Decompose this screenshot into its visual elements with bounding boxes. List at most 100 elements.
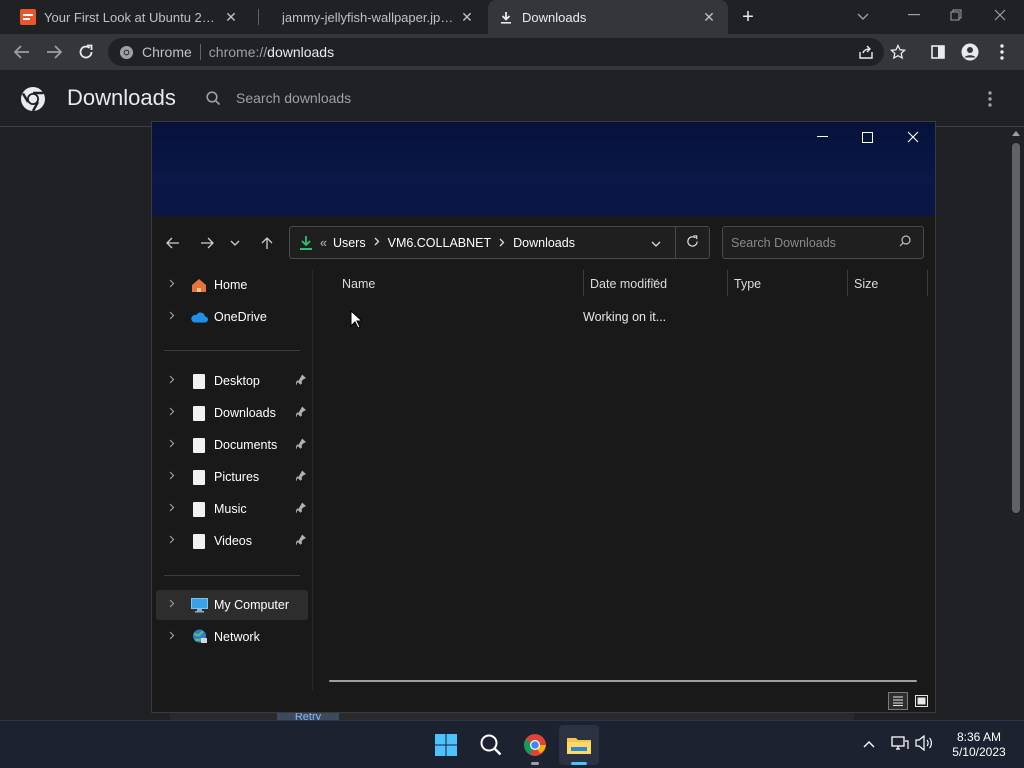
clock[interactable]: 8:36 AM 5/10/2023 — [944, 730, 1014, 760]
column-header-type[interactable]: Type — [734, 272, 846, 296]
explorer-forward-icon[interactable] — [192, 228, 222, 258]
up-folder-icon[interactable] — [252, 228, 282, 258]
nav-item-desktop[interactable]: Desktop — [156, 366, 308, 396]
expand-chevron-icon[interactable] — [162, 279, 182, 291]
recent-locations-chevron-icon[interactable] — [224, 228, 246, 258]
tab-ubuntu-article[interactable]: Your First Look at Ubuntu 22.04's ✕ — [10, 0, 250, 34]
breadcrumb-users[interactable]: Users — [333, 236, 366, 250]
address-overflow[interactable]: « — [320, 236, 327, 250]
tab-wallpaper[interactable]: jammy-jellyfish-wallpaper.jpg (19 ✕ — [262, 0, 486, 34]
more-actions-icon[interactable] — [982, 88, 998, 110]
loading-status: Working on it... — [583, 310, 667, 324]
profile-avatar-icon[interactable] — [954, 34, 986, 70]
expand-chevron-icon[interactable] — [162, 471, 182, 483]
url-path: downloads — [267, 44, 335, 60]
column-header-date-modified[interactable]: Date modified — [590, 272, 726, 296]
nav-item-music[interactable]: Music — [156, 494, 308, 524]
folder-icon — [190, 404, 208, 422]
close-window-icon[interactable] — [980, 0, 1020, 30]
column-separator[interactable] — [847, 270, 848, 296]
tab-close-icon[interactable]: ✕ — [700, 8, 718, 26]
nav-divider — [164, 350, 300, 351]
address-bar[interactable]: « Users VM6.COLLABNET Downloads — [289, 226, 710, 259]
file-explorer-window: « Users VM6.COLLABNET Downloads Search D… — [151, 121, 936, 713]
back-icon[interactable] — [6, 34, 38, 70]
expand-chevron-icon[interactable] — [162, 375, 182, 387]
column-separator[interactable] — [927, 270, 928, 296]
omnibox-divider — [199, 44, 201, 60]
tab-close-icon[interactable]: ✕ — [222, 8, 240, 26]
column-header-name[interactable]: Name — [342, 272, 582, 296]
tab-title: Downloads — [522, 9, 587, 25]
scrollbar-thumb[interactable] — [1012, 143, 1020, 513]
share-icon[interactable] — [850, 34, 882, 70]
downloads-search-input[interactable]: Search downloads — [194, 80, 868, 116]
start-button[interactable] — [426, 725, 466, 765]
column-header-size[interactable]: Size — [854, 272, 926, 296]
chrome-taskbar-icon[interactable] — [515, 725, 555, 765]
nav-label: Music — [214, 502, 247, 516]
expand-chevron-icon[interactable] — [162, 311, 182, 323]
nav-label: Videos — [214, 534, 252, 548]
explorer-close-icon[interactable] — [890, 122, 936, 152]
omnibox[interactable]: Chrome chrome:// downloads — [108, 38, 884, 66]
breadcrumb-vm6[interactable]: VM6.COLLABNET — [388, 236, 492, 250]
breadcrumb-separator-icon[interactable] — [499, 236, 505, 250]
explorer-minimize-icon[interactable] — [799, 122, 845, 152]
explorer-back-icon[interactable] — [158, 228, 188, 258]
nav-item-documents[interactable]: Documents — [156, 430, 308, 460]
url-prefix: chrome:// — [208, 44, 268, 60]
nav-item-videos[interactable]: Videos — [156, 526, 308, 556]
search-taskbar-icon[interactable] — [471, 725, 511, 765]
tab-downloads[interactable]: Downloads ✕ — [488, 0, 728, 34]
column-separator[interactable] — [727, 270, 728, 296]
expand-chevron-icon[interactable] — [162, 503, 182, 515]
tab-close-icon[interactable]: ✕ — [458, 8, 476, 26]
expand-chevron-icon[interactable] — [162, 407, 182, 419]
home-icon — [190, 276, 208, 294]
details-view-icon[interactable] — [888, 692, 908, 710]
expand-chevron-icon[interactable] — [162, 439, 182, 451]
network-status-icon[interactable] — [891, 735, 909, 753]
column-separator[interactable] — [583, 270, 584, 296]
expand-chevron-icon[interactable] — [162, 631, 182, 643]
pin-icon — [295, 374, 306, 388]
horizontal-scrollbar[interactable] — [329, 680, 917, 682]
large-icons-view-icon[interactable] — [912, 692, 930, 710]
pin-icon — [295, 502, 306, 516]
page-scrollbar[interactable] — [1008, 127, 1024, 768]
downloads-folder-icon — [298, 235, 314, 251]
minimize-icon[interactable] — [894, 0, 934, 30]
new-tab-button[interactable]: + — [736, 5, 760, 29]
nav-item-onedrive[interactable]: OneDrive — [156, 302, 308, 332]
forward-icon[interactable] — [38, 34, 70, 70]
bookmark-star-icon[interactable] — [882, 34, 914, 70]
scroll-up-arrow-icon[interactable] — [1012, 131, 1020, 136]
address-divider — [675, 226, 676, 259]
nav-item-home[interactable]: Home — [156, 270, 308, 300]
expand-chevron-icon[interactable] — [162, 535, 182, 547]
explorer-search-input[interactable]: Search Downloads — [722, 226, 924, 259]
downloads-header: Downloads Search downloads — [0, 70, 1024, 127]
pin-icon — [295, 534, 306, 548]
volume-icon[interactable] — [914, 734, 934, 753]
tab-search-chevron-icon[interactable] — [852, 6, 874, 28]
breadcrumb-separator-icon[interactable] — [374, 237, 380, 249]
nav-item-downloads[interactable]: Downloads — [156, 398, 308, 428]
explorer-maximize-icon[interactable] — [844, 122, 890, 152]
nav-item-my-computer[interactable]: My Computer — [156, 590, 308, 620]
side-panel-icon[interactable] — [922, 34, 954, 70]
breadcrumb-downloads[interactable]: Downloads — [513, 236, 575, 250]
explorer-titlebar[interactable] — [152, 122, 935, 216]
expand-chevron-icon[interactable] — [162, 599, 182, 611]
refresh-icon[interactable] — [686, 234, 699, 251]
nav-item-pictures[interactable]: Pictures — [156, 462, 308, 492]
search-placeholder: Search downloads — [236, 90, 352, 106]
chrome-menu-icon[interactable] — [986, 34, 1018, 70]
restore-icon[interactable] — [936, 0, 976, 30]
reload-icon[interactable] — [70, 34, 102, 70]
show-hidden-icons-chevron-icon[interactable] — [860, 735, 878, 753]
file-explorer-taskbar-icon[interactable] — [559, 725, 599, 765]
nav-item-network[interactable]: Network — [156, 622, 308, 652]
address-history-chevron-icon[interactable] — [651, 236, 661, 250]
